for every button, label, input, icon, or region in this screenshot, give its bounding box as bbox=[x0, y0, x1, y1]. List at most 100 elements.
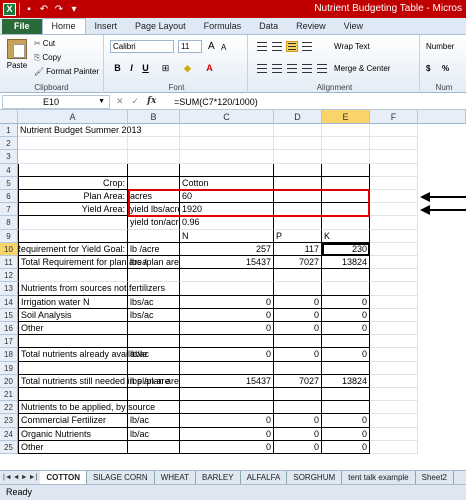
cell-a25[interactable]: Other bbox=[18, 440, 128, 454]
tab-view[interactable]: View bbox=[335, 19, 372, 34]
cell-c14[interactable]: 0 bbox=[180, 295, 274, 309]
cell-f21[interactable] bbox=[370, 388, 418, 402]
cell-d9[interactable]: P bbox=[274, 229, 322, 243]
cell-d20[interactable]: 7027 bbox=[274, 374, 322, 388]
cell-b10[interactable]: lb /acre bbox=[128, 242, 180, 256]
cell-d8[interactable] bbox=[274, 216, 322, 230]
cell-b24[interactable]: lb/ac bbox=[128, 427, 180, 441]
cell-b25[interactable] bbox=[128, 440, 180, 454]
row-header-11[interactable]: 11 bbox=[0, 256, 18, 270]
cell-e1[interactable] bbox=[322, 124, 370, 138]
sheet-tab-barley[interactable]: BARLEY bbox=[196, 471, 241, 484]
redo-icon[interactable]: ↷ bbox=[53, 4, 65, 15]
cell-e10[interactable]: 230 bbox=[322, 242, 370, 256]
align-middle-icon[interactable] bbox=[271, 41, 283, 52]
cell-f23[interactable] bbox=[370, 414, 418, 428]
cell-f20[interactable] bbox=[370, 374, 418, 388]
cell-b21[interactable] bbox=[128, 388, 180, 402]
select-all-corner[interactable] bbox=[0, 110, 18, 124]
format-painter-button[interactable]: 🖌 Format Painter bbox=[34, 67, 99, 76]
currency-button[interactable]: $ bbox=[426, 64, 430, 73]
underline-button[interactable]: U bbox=[140, 63, 151, 73]
cell-f16[interactable] bbox=[370, 322, 418, 336]
font-name-select[interactable]: Calibri bbox=[110, 40, 174, 53]
cell-d13[interactable] bbox=[274, 282, 322, 296]
number-format-select[interactable]: Number bbox=[426, 42, 454, 51]
cell-f10[interactable] bbox=[370, 242, 418, 256]
decrease-indent-icon[interactable] bbox=[301, 63, 313, 74]
column-header-f[interactable]: F bbox=[370, 110, 418, 124]
cell-f14[interactable] bbox=[370, 295, 418, 309]
row-header-8[interactable]: 8 bbox=[0, 216, 18, 230]
cell-d18[interactable]: 0 bbox=[274, 348, 322, 362]
row-header-21[interactable]: 21 bbox=[0, 388, 18, 402]
cell-e5[interactable] bbox=[322, 176, 370, 190]
cell-f24[interactable] bbox=[370, 427, 418, 441]
cell-a7[interactable]: Yield Area: bbox=[18, 203, 128, 217]
cell-c13[interactable] bbox=[180, 282, 274, 296]
cell-c9[interactable]: N bbox=[180, 229, 274, 243]
column-header-c[interactable]: C bbox=[180, 110, 274, 124]
row-header-1[interactable]: 1 bbox=[0, 124, 18, 138]
tab-data[interactable]: Data bbox=[250, 19, 287, 34]
align-right-icon[interactable] bbox=[286, 63, 298, 74]
percent-button[interactable]: % bbox=[442, 64, 449, 73]
row-header-19[interactable]: 19 bbox=[0, 361, 18, 375]
row-header-23[interactable]: 23 bbox=[0, 414, 18, 428]
formula-input[interactable]: =SUM(C7*120/1000) bbox=[170, 97, 258, 107]
prev-sheet-icon[interactable]: ◄ bbox=[13, 474, 20, 481]
cell-f8[interactable] bbox=[370, 216, 418, 230]
cell-f6[interactable] bbox=[370, 190, 418, 204]
cell-d1[interactable] bbox=[274, 124, 322, 138]
cell-c11[interactable]: 15437 bbox=[180, 256, 274, 270]
fill-color-icon[interactable]: ◈ bbox=[182, 63, 193, 74]
cell-b19[interactable] bbox=[128, 361, 180, 375]
cell-a12[interactable] bbox=[18, 269, 128, 283]
cell-a6[interactable]: Plan Area: bbox=[18, 190, 128, 204]
cell-c22[interactable] bbox=[180, 401, 274, 415]
column-header-e[interactable]: E bbox=[322, 110, 370, 124]
cell-b5[interactable] bbox=[128, 176, 180, 190]
cell-d22[interactable] bbox=[274, 401, 322, 415]
cell-e9[interactable]: K bbox=[322, 229, 370, 243]
cell-b17[interactable] bbox=[128, 335, 180, 349]
cell-a4[interactable] bbox=[18, 163, 128, 177]
cell-e4[interactable] bbox=[322, 163, 370, 177]
cell-f25[interactable] bbox=[370, 440, 418, 454]
tab-formulas[interactable]: Formulas bbox=[195, 19, 251, 34]
cell-f13[interactable] bbox=[370, 282, 418, 296]
cell-c21[interactable] bbox=[180, 388, 274, 402]
cell-b4[interactable] bbox=[128, 163, 180, 177]
cell-a5[interactable]: Crop: bbox=[18, 176, 128, 190]
cell-d5[interactable] bbox=[274, 176, 322, 190]
italic-button[interactable]: I bbox=[126, 63, 137, 73]
cell-a15[interactable]: Soil Analysis bbox=[18, 308, 128, 322]
align-top-icon[interactable] bbox=[256, 41, 268, 52]
row-header-20[interactable]: 20 bbox=[0, 374, 18, 388]
cell-c1[interactable] bbox=[180, 124, 274, 138]
row-header-2[interactable]: 2 bbox=[0, 137, 18, 151]
cell-e8[interactable] bbox=[322, 216, 370, 230]
row-header-6[interactable]: 6 bbox=[0, 190, 18, 204]
cell-d2[interactable] bbox=[274, 137, 322, 151]
row-header-9[interactable]: 9 bbox=[0, 229, 18, 243]
cell-a23[interactable]: Commercial Fertilizer bbox=[18, 414, 128, 428]
sheet-tab-cotton[interactable]: COTTON bbox=[40, 471, 88, 484]
cell-a24[interactable]: Organic Nutrients bbox=[18, 427, 128, 441]
cell-b15[interactable]: lbs/ac bbox=[128, 308, 180, 322]
align-center-icon[interactable] bbox=[271, 63, 283, 74]
cell-b16[interactable] bbox=[128, 322, 180, 336]
cell-a9[interactable] bbox=[18, 229, 128, 243]
sheet-tab-sheet2[interactable]: Sheet2 bbox=[416, 471, 454, 484]
cell-f22[interactable] bbox=[370, 401, 418, 415]
row-header-16[interactable]: 16 bbox=[0, 322, 18, 336]
row-header-13[interactable]: 13 bbox=[0, 282, 18, 296]
bold-button[interactable]: B bbox=[112, 63, 123, 73]
cell-f19[interactable] bbox=[370, 361, 418, 375]
wrap-text-button[interactable]: Wrap Text bbox=[334, 42, 370, 51]
cell-d17[interactable] bbox=[274, 335, 322, 349]
cell-c25[interactable]: 0 bbox=[180, 440, 274, 454]
undo-icon[interactable]: ↶ bbox=[38, 4, 50, 15]
cell-c10[interactable]: 257 bbox=[180, 242, 274, 256]
cell-a16[interactable]: Other bbox=[18, 322, 128, 336]
